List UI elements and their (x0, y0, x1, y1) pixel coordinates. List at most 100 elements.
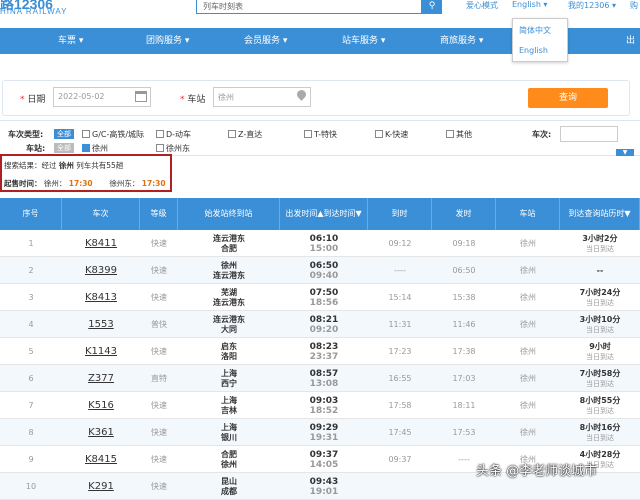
table-header: 序号 车次 等级 始发站 终到站 出发时间▲ 到达时间▼ 到时 发时 车站 到达查询站历时▼ (0, 198, 640, 230)
type-t-checkbox[interactable]: T-特快 (304, 129, 337, 140)
type-d-checkbox[interactable]: D-动车 (156, 129, 191, 140)
table-row: 5 K1143 快速 启东 洛阳 08:23 23:37 17:23 17:38 徐州 9小时 当日到… (0, 338, 640, 365)
cell-station: 徐州 (520, 400, 536, 410)
type-k-checkbox[interactable]: K-快速 (375, 129, 408, 140)
search-icon[interactable]: ⚲ (422, 0, 442, 14)
cell-train[interactable]: K361 (62, 419, 140, 446)
collapse-toggle[interactable]: ▼ (616, 149, 634, 156)
header-col-station: 车站 (496, 198, 560, 230)
nav-group-service[interactable]: 团购服务 ▾ (146, 28, 189, 54)
type-gc-checkbox[interactable]: G/C-高铁/城际 (82, 129, 144, 140)
cell-station: 徐州 (520, 265, 536, 275)
nav-tickets[interactable]: 车票 ▾ (58, 28, 83, 54)
train-no-input[interactable] (560, 126, 618, 142)
cell-no: 10 (25, 481, 37, 491)
language-link[interactable]: English ▾ (512, 0, 547, 9)
cell-train[interactable]: Z377 (62, 365, 140, 392)
cell-times: 09:37 14:05 (309, 449, 339, 470)
station-filter-label: 车站: (26, 144, 46, 153)
table-row: 4 1553 普快 连云港东 大同 08:21 09:20 11:31 11:46 徐州 3小时10… (0, 311, 640, 338)
cell-station: 徐州 (520, 292, 536, 302)
nav-station-service[interactable]: 站车服务 ▾ (342, 28, 385, 54)
cell-station: 徐州 (520, 319, 536, 329)
cell-arrive: 09:12 (388, 238, 412, 248)
cell-stations: 启东 洛阳 (221, 341, 237, 361)
nav-more[interactable]: 出 (626, 28, 635, 54)
cell-arrive: 09:37 (388, 454, 412, 464)
cell-duration: -- (596, 265, 604, 275)
search-summary: 搜索结果：经过 徐州 列车共有55趟 起售时间： 徐州： 17:30 徐州东： … (0, 154, 172, 192)
calendar-icon[interactable] (135, 91, 147, 102)
cell-station: 徐州 (520, 346, 536, 356)
cell-train[interactable]: K8415 (62, 446, 140, 473)
cell-train[interactable]: K8399 (62, 257, 140, 284)
cell-times: 08:23 23:37 (309, 341, 339, 362)
type-all-button[interactable]: 全部 (54, 129, 74, 139)
cell-train[interactable]: K8411 (62, 230, 140, 257)
cell-train[interactable]: K8413 (62, 284, 140, 311)
cell-train[interactable]: 1553 (62, 311, 140, 338)
train-no-label: 车次: (532, 130, 552, 139)
sale-time-line: 起售时间： 徐州： 17:30 徐州东： 17:30 (4, 179, 166, 188)
train-type-filters: 车次类型: 全部 G/C-高铁/城际 D-动车 Z-直达 T-特快 K-快速 其… (0, 120, 640, 156)
my-12306-link[interactable]: 我的12306 ▾ (568, 0, 616, 11)
header-col-stations: 始发站 终到站 (178, 198, 280, 230)
cell-arrive: 17:23 (388, 346, 412, 356)
cell-depart: 17:03 (452, 373, 476, 383)
cell-no: 8 (28, 427, 34, 437)
search-input[interactable]: 列车时刻表 (196, 0, 422, 14)
cell-stations: 上海 吉林 (221, 395, 237, 415)
table-row: 7 K516 快速 上海 吉林 09:03 18:52 17:58 18:11 徐州 8小时55分当… (0, 392, 640, 419)
cell-grade: 快速 (151, 292, 167, 302)
care-mode-link[interactable]: 爱心模式 (466, 0, 498, 11)
station-label: * 车站 (180, 95, 206, 105)
cell-grade: 快速 (151, 346, 167, 356)
cell-train[interactable]: K516 (62, 392, 140, 419)
header-col-duration[interactable]: 到达查询站历时▼ (560, 198, 640, 230)
cell-station: 徐州 (520, 373, 536, 383)
cell-times: 06:50 09:40 (309, 260, 339, 281)
cell-arrive: 11:31 (388, 319, 412, 329)
header-col-grade: 等级 (140, 198, 178, 230)
summary-line: 搜索结果：经过 徐州 列车共有55趟 (4, 161, 124, 170)
cell-depart: 17:53 (452, 427, 476, 437)
purchase-link[interactable]: 购 (630, 0, 638, 11)
table-row: 1 K8411 快速 连云港东 合肥 06:10 15:00 09:12 09:18 徐州 3小时2… (0, 230, 640, 257)
cell-depart: 18:11 (452, 400, 476, 410)
cell-grade: 普快 (151, 319, 167, 329)
station-all-button[interactable]: 全部 (54, 143, 74, 153)
cell-times: 08:21 09:20 (309, 314, 339, 335)
logo-subtitle: HINA RAILWAY (0, 7, 68, 16)
cell-train[interactable]: K291 (62, 473, 140, 500)
cell-no: 7 (28, 400, 34, 410)
lang-option-en[interactable]: English (513, 39, 567, 59)
station-field[interactable]: 徐州 (213, 87, 311, 107)
nav-member-service[interactable]: 会员服务 ▾ (244, 28, 287, 54)
station-xuzhoudong-checkbox[interactable]: 徐州东 (156, 143, 190, 154)
cell-duration: 7小时24分 当日到达 (579, 287, 621, 307)
cell-depart: 11:46 (452, 319, 476, 329)
cell-no: 2 (28, 265, 34, 275)
header-col-times[interactable]: 出发时间▲ 到达时间▼ (280, 198, 368, 230)
station-xuzhou-checkbox[interactable]: 徐州 (82, 143, 108, 154)
cell-arrive: 15:14 (388, 292, 412, 302)
table-row: 3 K8413 快速 芜湖 连云港东 07:50 18:56 15:14 15:38 徐州 7小时2… (0, 284, 640, 311)
cell-grade: 快速 (151, 238, 167, 248)
cell-grade: 快速 (151, 400, 167, 410)
cell-stations: 合肥 徐州 (221, 449, 237, 469)
cell-no: 4 (28, 319, 34, 329)
cell-grade: 快速 (151, 265, 167, 275)
nav-business-service[interactable]: 商旅服务 ▾ (440, 28, 483, 54)
cell-train[interactable]: K1143 (62, 338, 140, 365)
cell-station: 徐州 (520, 238, 536, 248)
type-label: 车次类型: (8, 130, 44, 139)
cell-no: 6 (28, 373, 34, 383)
query-button[interactable]: 查询 (528, 88, 608, 108)
lang-option-zh[interactable]: 简体中文 (513, 19, 567, 39)
cell-arrive (368, 473, 432, 500)
cell-times: 06:10 15:00 (309, 233, 339, 254)
type-other-checkbox[interactable]: 其他 (446, 129, 472, 140)
cell-grade: 快速 (151, 454, 167, 464)
cell-times: 08:57 13:08 (309, 368, 339, 389)
type-z-checkbox[interactable]: Z-直达 (228, 129, 262, 140)
